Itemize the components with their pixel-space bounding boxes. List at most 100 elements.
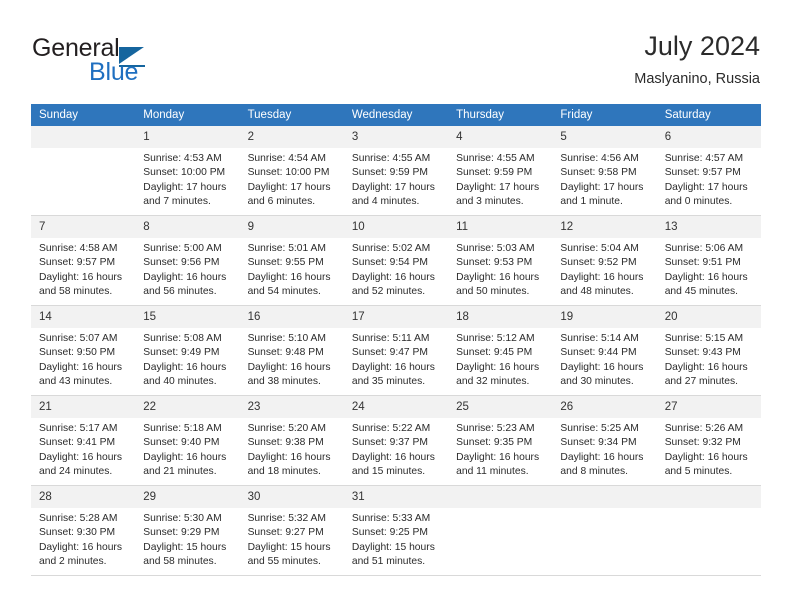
day-cell[interactable]: 30 Sunrise: 5:32 AM Sunset: 9:27 PM Dayl… [239,485,344,576]
day-details: Sunrise: 5:25 AM Sunset: 9:34 PM Dayligh… [552,418,656,480]
day-details: Sunrise: 4:55 AM Sunset: 9:59 PM Dayligh… [344,148,448,210]
sunset-line: Sunset: 9:59 PM [351,167,428,179]
day-number: 23 [239,396,344,418]
daylight-line-1: Daylight: 16 hours [247,361,331,373]
day-cell[interactable]: 12 Sunrise: 5:04 AM Sunset: 9:52 PM Dayl… [552,215,657,306]
calendar-header-row: Sunday Monday Tuesday Wednesday Thursday… [31,104,761,126]
sunset-line: Sunset: 9:27 PM [247,527,324,539]
day-cell[interactable]: 3 Sunrise: 4:55 AM Sunset: 9:59 PM Dayli… [343,126,449,216]
daylight-line-2: and 35 minutes. [351,376,426,388]
day-cell[interactable]: 28 Sunrise: 5:28 AM Sunset: 9:30 PM Dayl… [31,485,136,576]
daylight-line-2: and 18 minutes. [247,466,321,478]
daylight-line-1: Daylight: 16 hours [456,271,540,283]
day-details: Sunrise: 5:01 AM Sunset: 9:55 PM Dayligh… [240,238,344,300]
day-cell[interactable]: 15 Sunrise: 5:08 AM Sunset: 9:49 PM Dayl… [135,305,240,396]
daylight-line-1: Daylight: 16 hours [39,271,122,283]
daylight-line-1: Daylight: 16 hours [143,361,227,373]
sunrise-line: Sunrise: 5:08 AM [143,333,222,344]
general-blue-logo: General Blue [32,34,232,90]
day-cell[interactable]: 14 Sunrise: 5:07 AM Sunset: 9:50 PM Dayl… [31,305,136,396]
sunrise-line: Sunrise: 4:57 AM [664,153,744,164]
day-cell[interactable]: 16 Sunrise: 5:10 AM Sunset: 9:48 PM Dayl… [239,305,344,396]
weekday-header-wednesday: Wednesday [343,104,449,126]
daylight-line-2: and 21 minutes. [143,466,217,478]
week-row: 14 Sunrise: 5:07 AM Sunset: 9:50 PM Dayl… [31,305,761,396]
sunset-line: Sunset: 9:52 PM [560,257,637,269]
day-details: Sunrise: 4:56 AM Sunset: 9:58 PM Dayligh… [552,148,656,210]
day-details: Sunrise: 5:33 AM Sunset: 9:25 PM Dayligh… [344,508,448,570]
sunrise-line: Sunrise: 5:12 AM [456,333,535,344]
daylight-line-2: and 1 minute. [560,196,623,208]
day-cell[interactable]: 13 Sunrise: 5:06 AM Sunset: 9:51 PM Dayl… [656,215,761,306]
day-details: Sunrise: 5:18 AM Sunset: 9:40 PM Dayligh… [135,418,239,480]
day-cell[interactable]: 21 Sunrise: 5:17 AM Sunset: 9:41 PM Dayl… [31,395,136,486]
daylight-line-1: Daylight: 16 hours [39,541,122,553]
sunset-line: Sunset: 9:56 PM [143,257,220,269]
day-cell[interactable]: 27 Sunrise: 5:26 AM Sunset: 9:32 PM Dayl… [656,395,761,486]
day-cell[interactable]: 25 Sunrise: 5:23 AM Sunset: 9:35 PM Dayl… [448,395,553,486]
day-number: 6 [656,126,761,148]
day-cell[interactable]: 4 Sunrise: 4:55 AM Sunset: 9:59 PM Dayli… [448,126,553,216]
day-details: Sunrise: 5:04 AM Sunset: 9:52 PM Dayligh… [552,238,656,300]
day-number: 28 [31,486,136,508]
daylight-line-2: and 2 minutes. [39,556,107,568]
day-number: 5 [552,126,657,148]
day-cell[interactable]: 7 Sunrise: 4:58 AM Sunset: 9:57 PM Dayli… [31,215,136,306]
sunrise-line: Sunrise: 5:02 AM [351,243,431,254]
day-cell[interactable]: 26 Sunrise: 5:25 AM Sunset: 9:34 PM Dayl… [552,395,657,486]
day-cell[interactable]: 9 Sunrise: 5:01 AM Sunset: 9:55 PM Dayli… [239,215,344,306]
day-cell[interactable]: 5 Sunrise: 4:56 AM Sunset: 9:58 PM Dayli… [552,126,657,216]
sunrise-line: Sunrise: 5:32 AM [247,513,326,524]
sunset-line: Sunset: 9:50 PM [39,347,116,359]
day-cell [448,485,553,576]
day-number: 22 [135,396,240,418]
daylight-line-1: Daylight: 17 hours [560,181,644,193]
day-details: Sunrise: 5:28 AM Sunset: 9:30 PM Dayligh… [31,508,135,570]
day-number: 4 [448,126,553,148]
daylight-line-2: and 45 minutes. [664,286,738,298]
daylight-line-1: Daylight: 16 hours [39,361,122,373]
day-details: Sunrise: 5:26 AM Sunset: 9:32 PM Dayligh… [657,418,761,480]
day-cell[interactable]: 8 Sunrise: 5:00 AM Sunset: 9:56 PM Dayli… [135,215,240,306]
daylight-line-2: and 54 minutes. [247,286,321,298]
daylight-line-2: and 6 minutes. [247,196,316,208]
page-title: July 2024 [644,31,760,61]
day-cell[interactable]: 1 Sunrise: 4:53 AM Sunset: 10:00 PM Dayl… [135,126,240,216]
week-row: 1 Sunrise: 4:53 AM Sunset: 10:00 PM Dayl… [31,126,761,216]
day-cell[interactable]: 6 Sunrise: 4:57 AM Sunset: 9:57 PM Dayli… [656,126,761,216]
day-number: 20 [656,306,761,328]
day-number: 19 [552,306,657,328]
sunrise-line: Sunrise: 4:53 AM [143,153,222,164]
day-details: Sunrise: 5:23 AM Sunset: 9:35 PM Dayligh… [448,418,552,480]
sunset-line: Sunset: 9:53 PM [456,257,533,269]
sunset-line: Sunset: 9:29 PM [143,527,220,539]
page-header: General Blue July 2024 Maslyanino, Russi… [32,30,760,98]
day-cell[interactable]: 31 Sunrise: 5:33 AM Sunset: 9:25 PM Dayl… [343,485,449,576]
sunrise-line: Sunrise: 5:20 AM [247,423,326,434]
week-row: 7 Sunrise: 4:58 AM Sunset: 9:57 PM Dayli… [31,215,761,306]
day-cell[interactable]: 22 Sunrise: 5:18 AM Sunset: 9:40 PM Dayl… [135,395,240,486]
day-cell[interactable]: 11 Sunrise: 5:03 AM Sunset: 9:53 PM Dayl… [448,215,553,306]
day-number: 14 [31,306,136,328]
day-cell[interactable]: 10 Sunrise: 5:02 AM Sunset: 9:54 PM Dayl… [343,215,449,306]
day-details: Sunrise: 5:30 AM Sunset: 9:29 PM Dayligh… [135,508,239,570]
day-cell[interactable]: 18 Sunrise: 5:12 AM Sunset: 9:45 PM Dayl… [448,305,553,396]
day-number [31,126,136,148]
day-details: Sunrise: 5:03 AM Sunset: 9:53 PM Dayligh… [448,238,552,300]
daylight-line-2: and 52 minutes. [351,286,426,298]
day-details: Sunrise: 5:06 AM Sunset: 9:51 PM Dayligh… [657,238,761,300]
day-cell[interactable]: 24 Sunrise: 5:22 AM Sunset: 9:37 PM Dayl… [343,395,449,486]
day-cell[interactable]: 2 Sunrise: 4:54 AM Sunset: 10:00 PM Dayl… [239,126,344,216]
day-number: 24 [343,396,449,418]
calendar-page: General Blue July 2024 Maslyanino, Russi… [0,0,792,612]
day-cell[interactable]: 23 Sunrise: 5:20 AM Sunset: 9:38 PM Dayl… [239,395,344,486]
daylight-line-1: Daylight: 15 hours [351,541,435,553]
day-cell[interactable]: 29 Sunrise: 5:30 AM Sunset: 9:29 PM Dayl… [135,485,240,576]
day-number: 1 [135,126,240,148]
day-number: 2 [239,126,344,148]
day-cell[interactable]: 19 Sunrise: 5:14 AM Sunset: 9:44 PM Dayl… [552,305,657,396]
day-cell[interactable]: 17 Sunrise: 5:11 AM Sunset: 9:47 PM Dayl… [343,305,449,396]
day-cell[interactable]: 20 Sunrise: 5:15 AM Sunset: 9:43 PM Dayl… [656,305,761,396]
day-details: Sunrise: 4:57 AM Sunset: 9:57 PM Dayligh… [657,148,761,210]
daylight-line-1: Daylight: 16 hours [39,451,122,463]
